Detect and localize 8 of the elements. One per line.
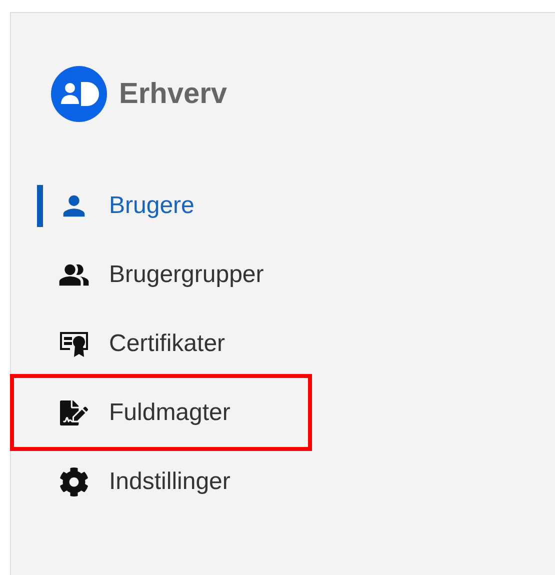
brand-name: Erhverv (119, 78, 228, 110)
document-signature-icon (60, 398, 88, 426)
logo-icon (51, 66, 107, 122)
active-indicator (37, 184, 43, 226)
settings-icon (59, 466, 89, 496)
nav-item[interactable]: Brugere (14, 171, 308, 240)
nav-item[interactable]: Fuldmagter (10, 374, 312, 451)
nav-item[interactable]: Brugergrupper (14, 240, 308, 309)
